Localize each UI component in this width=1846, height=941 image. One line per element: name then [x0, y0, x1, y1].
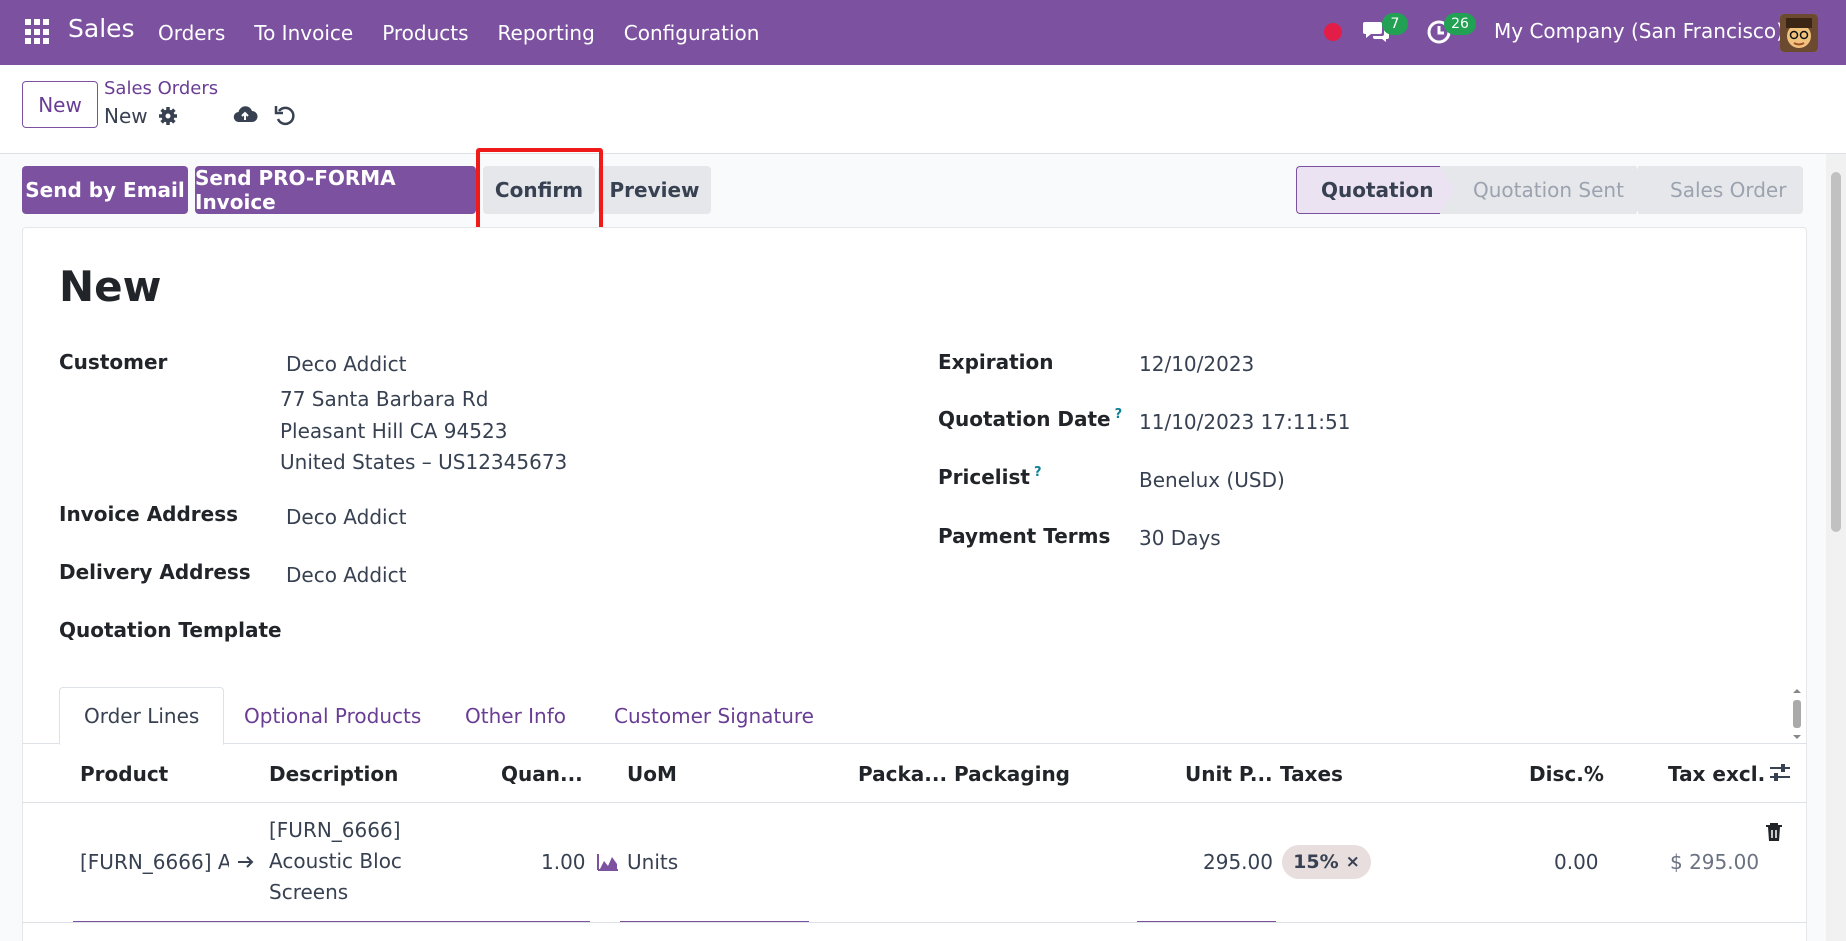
recording-indicator-icon[interactable]: [1324, 23, 1342, 41]
help-tooltip-icon[interactable]: ?: [1034, 465, 1042, 480]
row-unit-price[interactable]: 295.00: [1203, 850, 1273, 874]
new-record-button[interactable]: New: [22, 81, 98, 128]
col-taxes[interactable]: Taxes: [1280, 762, 1343, 786]
col-packaging-qty[interactable]: Packa...: [858, 762, 947, 786]
col-unit-price[interactable]: Unit P...: [1185, 762, 1273, 786]
top-navbar: Sales Orders To Invoice Products Reporti…: [0, 0, 1846, 65]
optional-columns-toggle-icon[interactable]: [1769, 762, 1791, 784]
expiration-field[interactable]: 12/10/2023: [1139, 352, 1254, 376]
col-tax-excluded[interactable]: Tax excl.: [1668, 762, 1765, 786]
tabs-scrollbar[interactable]: [1790, 687, 1804, 741]
row-description-line[interactable]: Acoustic Bloc: [269, 849, 402, 873]
breadcrumb-sales-orders[interactable]: Sales Orders: [104, 78, 218, 99]
col-description[interactable]: Description: [269, 762, 398, 786]
tab-order-lines[interactable]: Order Lines: [59, 687, 225, 745]
invoice-address-field[interactable]: Deco Addict: [286, 505, 406, 529]
payment-terms-field[interactable]: 30 Days: [1139, 526, 1221, 550]
notebook-tabs: Order Lines Optional Products Other Info…: [22, 687, 1807, 745]
pricelist-label: Pricelist?: [938, 465, 1042, 489]
quotation-date-field[interactable]: 11/10/2023 17:11:51: [1139, 410, 1350, 434]
delivery-address-label: Delivery Address: [59, 560, 251, 584]
col-uom[interactable]: UoM: [627, 762, 677, 786]
header-divider: [22, 802, 1807, 803]
tab-customer-signature[interactable]: Customer Signature: [614, 687, 814, 744]
gear-icon[interactable]: [158, 106, 178, 126]
row-uom[interactable]: Units: [627, 850, 678, 874]
customer-field[interactable]: Deco Addict: [286, 352, 406, 376]
page-scrollbar-thumb[interactable]: [1831, 172, 1841, 532]
status-sales-order[interactable]: Sales Order: [1636, 166, 1803, 214]
quotation-date-label: Quotation Date?: [938, 407, 1123, 431]
tab-other-info[interactable]: Other Info: [465, 687, 566, 744]
invoice-address-label: Invoice Address: [59, 502, 239, 526]
expiration-label: Expiration: [938, 350, 1054, 374]
tax-tag[interactable]: 15% ×: [1282, 845, 1371, 879]
col-quantity[interactable]: Quan...: [501, 762, 583, 786]
save-cloud-icon[interactable]: [232, 103, 258, 127]
control-panel: New Sales Orders New: [0, 65, 1846, 154]
col-packaging[interactable]: Packaging: [954, 762, 1070, 786]
menu-reporting[interactable]: Reporting: [498, 21, 595, 45]
col-discount[interactable]: Disc.%: [1529, 762, 1604, 786]
menu-products[interactable]: Products: [382, 21, 468, 45]
send-proforma-invoice-button[interactable]: Send PRO-FORMA Invoice: [195, 166, 476, 214]
send-by-email-button[interactable]: Send by Email: [22, 166, 188, 214]
row-discount[interactable]: 0.00: [1554, 850, 1599, 874]
status-quotation[interactable]: Quotation: [1296, 166, 1456, 214]
apps-grid-icon[interactable]: [25, 19, 51, 45]
status-quotation-sent[interactable]: Quotation Sent: [1440, 166, 1650, 214]
chat-count-badge: 7: [1382, 13, 1408, 35]
row-subtotal: $ 295.00: [1670, 850, 1760, 874]
customer-label: Customer: [59, 350, 168, 374]
payment-terms-label: Payment Terms: [938, 524, 1111, 548]
forecast-chart-icon[interactable]: [597, 853, 619, 871]
quotation-template-label: Quotation Template: [59, 618, 282, 642]
row-divider: [22, 922, 1807, 923]
tax-remove-icon[interactable]: ×: [1346, 852, 1360, 872]
pricelist-field[interactable]: Benelux (USD): [1139, 468, 1285, 492]
app-name[interactable]: Sales: [68, 14, 135, 43]
row-description-line[interactable]: [FURN_6666]: [269, 818, 401, 842]
tax-tag-label: 15%: [1293, 851, 1339, 873]
col-product[interactable]: Product: [80, 762, 168, 786]
record-title: New: [59, 262, 162, 311]
discard-undo-icon[interactable]: [274, 103, 296, 127]
tab-optional-products[interactable]: Optional Products: [244, 687, 421, 744]
preview-button[interactable]: Preview: [598, 166, 711, 214]
menu-configuration[interactable]: Configuration: [624, 21, 760, 45]
menu-orders[interactable]: Orders: [158, 21, 225, 45]
row-quantity[interactable]: 1.00: [541, 850, 586, 874]
main-menu: Orders To Invoice Products Reporting Con…: [158, 0, 788, 65]
user-avatar[interactable]: [1780, 14, 1818, 52]
delivery-address-field[interactable]: Deco Addict: [286, 563, 406, 587]
customer-address-line: United States – US12345673: [280, 450, 568, 474]
row-product[interactable]: [FURN_6666] Ac: [80, 850, 229, 874]
help-tooltip-icon[interactable]: ?: [1115, 407, 1123, 422]
activity-count-badge: 26: [1444, 13, 1476, 35]
delete-row-trash-icon[interactable]: [1765, 822, 1783, 842]
customer-address-line: Pleasant Hill CA 94523: [280, 419, 508, 443]
page-scrollbar[interactable]: [1826, 154, 1846, 941]
status-bar: Quotation Quotation Sent Sales Order: [1296, 166, 1803, 214]
row-description-line[interactable]: Screens: [269, 880, 348, 904]
customer-address-line: 77 Santa Barbara Rd: [280, 387, 489, 411]
menu-to-invoice[interactable]: To Invoice: [254, 21, 353, 45]
company-switcher[interactable]: My Company (San Francisco): [1494, 19, 1784, 43]
breadcrumb-current: New: [104, 104, 148, 128]
confirm-highlight-box: [476, 148, 603, 233]
internal-link-arrow-icon[interactable]: [237, 853, 255, 871]
